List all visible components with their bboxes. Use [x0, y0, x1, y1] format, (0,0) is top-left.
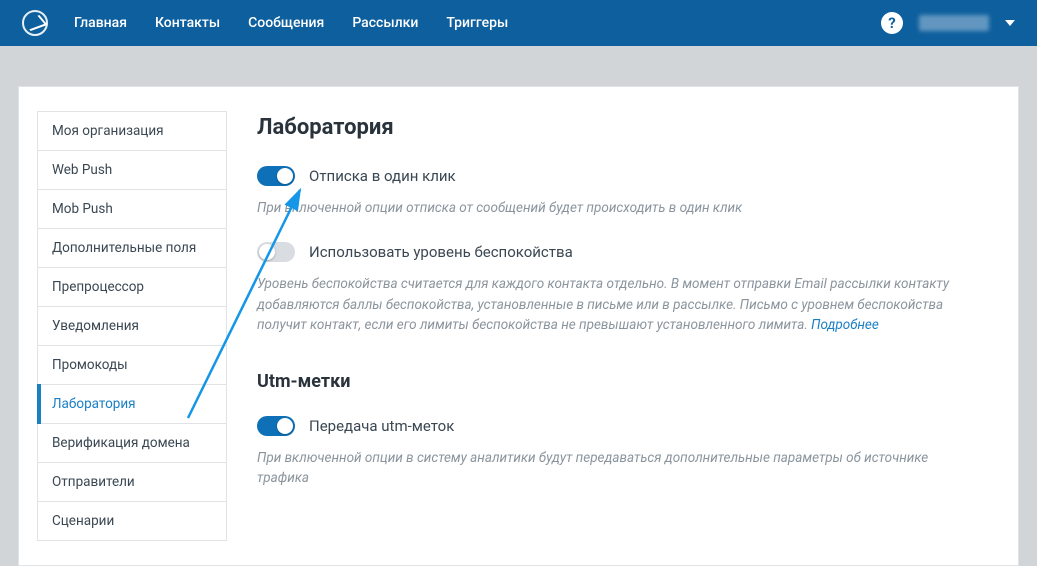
- option-label: Отписка в один клик: [309, 167, 456, 185]
- sidebar-item-org[interactable]: Моя организация: [37, 112, 227, 151]
- toggle-one-click-unsub[interactable]: [257, 166, 295, 186]
- option-desc: При включенной опции отписка от сообщени…: [257, 198, 957, 218]
- nav-contacts[interactable]: Контакты: [155, 15, 220, 31]
- sidebar-item-mobpush[interactable]: Mob Push: [37, 190, 227, 229]
- logo-icon[interactable]: [22, 10, 48, 36]
- toggle-anxiety-level[interactable]: [257, 242, 295, 262]
- sidebar-item-scenarios[interactable]: Сценарии: [37, 502, 227, 541]
- section-utm-title: Utm-метки: [257, 371, 988, 392]
- sidebar-item-notifications[interactable]: Уведомления: [37, 307, 227, 346]
- top-nav: Главная Контакты Сообщения Рассылки Триг…: [0, 0, 1037, 46]
- sidebar-item-senders[interactable]: Отправители: [37, 463, 227, 502]
- nav-triggers[interactable]: Триггеры: [446, 15, 508, 31]
- sidebar-item-promocodes[interactable]: Промокоды: [37, 346, 227, 385]
- nav-campaigns[interactable]: Рассылки: [352, 15, 418, 31]
- more-link[interactable]: Подробнее: [811, 317, 879, 333]
- chevron-down-icon[interactable]: [1005, 20, 1015, 26]
- sidebar-item-webpush[interactable]: Web Push: [37, 151, 227, 190]
- sidebar-list: Моя организация Web Push Mob Push Дополн…: [37, 111, 227, 541]
- option-one-click-unsub: Отписка в один клик: [257, 166, 988, 186]
- option-label: Использовать уровень беспокойства: [309, 243, 573, 261]
- toggle-utm-pass[interactable]: [257, 416, 295, 436]
- content-card: Моя организация Web Push Mob Push Дополн…: [18, 86, 1019, 566]
- sidebar-item-laboratory[interactable]: Лаборатория: [37, 385, 227, 424]
- option-anxiety-level: Использовать уровень беспокойства: [257, 242, 988, 262]
- help-icon[interactable]: ?: [881, 12, 903, 34]
- option-desc: При включенной опции в систему аналитики…: [257, 448, 957, 489]
- sidebar-item-preprocessor[interactable]: Препроцессор: [37, 268, 227, 307]
- nav-messages[interactable]: Сообщения: [248, 15, 324, 31]
- option-desc: Уровень беспокойства считается для каждо…: [257, 274, 957, 335]
- sidebar-item-extrafields[interactable]: Дополнительные поля: [37, 229, 227, 268]
- option-utm-pass: Передача utm-меток: [257, 416, 988, 436]
- main-panel: Лаборатория Отписка в один клик При вклю…: [227, 87, 1018, 565]
- nav-items: Главная Контакты Сообщения Рассылки Триг…: [74, 15, 508, 31]
- option-label: Передача utm-меток: [309, 417, 454, 435]
- page-title: Лаборатория: [257, 115, 988, 140]
- sidebar-item-domain-verify[interactable]: Верификация домена: [37, 424, 227, 463]
- settings-sidebar: Моя организация Web Push Mob Push Дополн…: [19, 87, 227, 565]
- nav-home[interactable]: Главная: [74, 15, 127, 31]
- user-name-blurred: [919, 15, 989, 31]
